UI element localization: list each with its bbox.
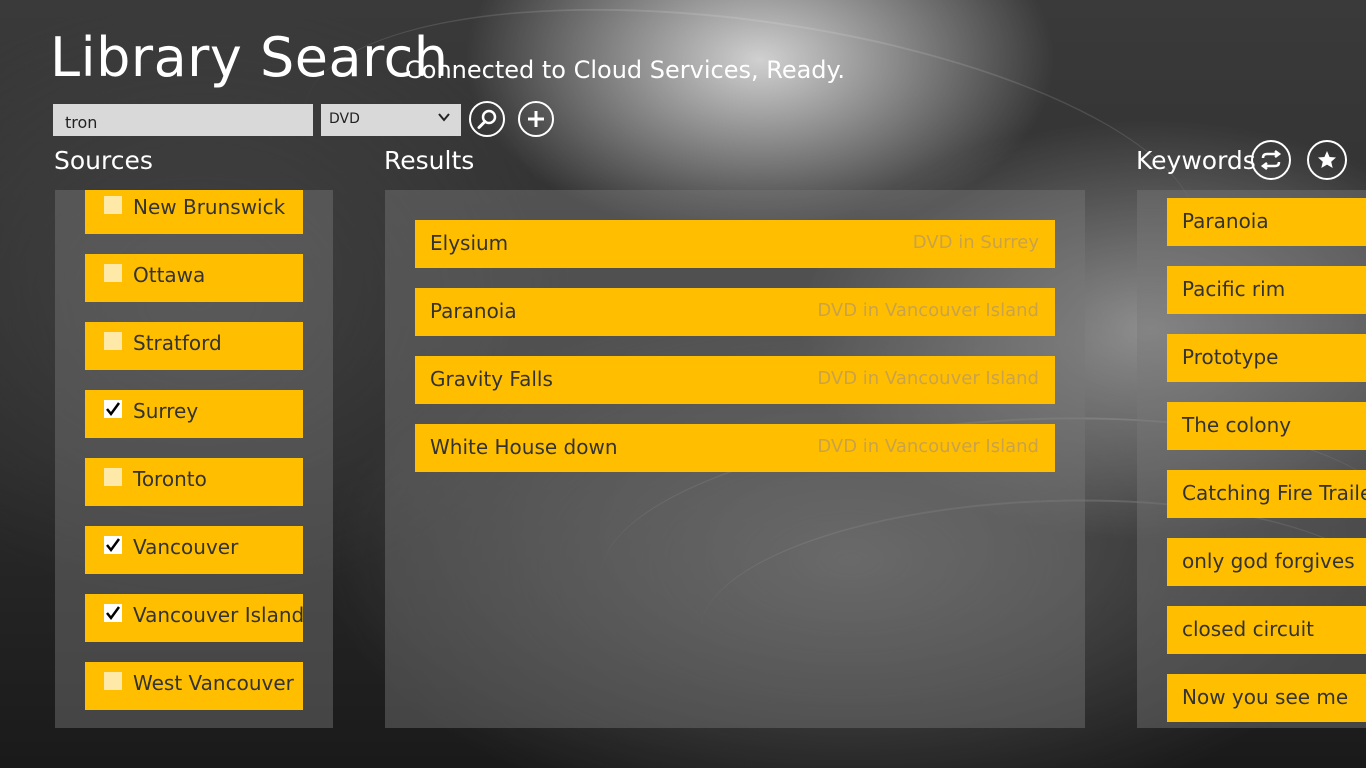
search-input[interactable] [53, 104, 313, 136]
add-button[interactable] [518, 101, 554, 137]
result-item[interactable]: Gravity Falls DVD in Vancouver Island [415, 356, 1055, 404]
source-checkbox[interactable] [104, 468, 122, 486]
result-item[interactable]: Elysium DVD in Surrey [415, 220, 1055, 268]
source-item-ottawa[interactable]: Ottawa [85, 254, 303, 302]
keywords-heading: Keywords [1136, 146, 1256, 175]
result-title: Gravity Falls [430, 367, 553, 391]
source-item-stratford[interactable]: Stratford [85, 322, 303, 370]
result-item[interactable]: White House down DVD in Vancouver Island [415, 424, 1055, 472]
result-location: DVD in Surrey [912, 232, 1039, 253]
source-label: Vancouver Island [133, 603, 305, 627]
checkmark-icon [106, 538, 121, 553]
source-item-vancouver-island[interactable]: Vancouver Island [85, 594, 305, 642]
source-label: Stratford [133, 331, 222, 355]
keyword-label: Prototype [1182, 345, 1279, 369]
keyword-label: Now you see me [1182, 685, 1349, 709]
keyword-item[interactable]: Now you see me [1167, 674, 1366, 722]
keyword-item[interactable]: Pacific rim [1167, 266, 1366, 314]
source-label: New Brunswick [133, 195, 286, 219]
source-item-vancouver[interactable]: Vancouver [85, 526, 303, 574]
source-label: Toronto [133, 467, 207, 491]
plus-icon [528, 111, 544, 127]
search-button[interactable] [469, 101, 505, 137]
source-item-new-brunswick[interactable]: New Brunswick [85, 190, 303, 234]
keyword-item[interactable]: Paranoia [1167, 198, 1366, 246]
keyword-label: Paranoia [1182, 209, 1269, 233]
keyword-item[interactable]: Prototype [1167, 334, 1366, 382]
result-location: DVD in Vancouver Island [817, 436, 1039, 457]
result-location: DVD in Vancouver Island [817, 300, 1039, 321]
keyword-label: Pacific rim [1182, 277, 1286, 301]
favorites-button[interactable] [1307, 140, 1347, 180]
keyword-label: Catching Fire Trailer [1182, 481, 1366, 505]
source-item-toronto[interactable]: Toronto [85, 458, 303, 506]
result-location: DVD in Vancouver Island [817, 368, 1039, 389]
keyword-item[interactable]: Catching Fire Trailer [1167, 470, 1366, 518]
refresh-icon [1260, 150, 1282, 170]
refresh-keywords-button[interactable] [1251, 140, 1291, 180]
result-item[interactable]: Paranoia DVD in Vancouver Island [415, 288, 1055, 336]
media-type-select[interactable]: DVD [321, 104, 461, 136]
page-title: Library Search [50, 26, 449, 89]
result-title: Elysium [430, 231, 509, 255]
star-icon [1318, 151, 1336, 168]
source-checkbox[interactable] [104, 264, 122, 282]
source-checkbox[interactable] [104, 672, 122, 690]
keyword-label: only god forgives [1182, 549, 1355, 573]
source-checkbox[interactable] [104, 332, 122, 350]
result-title: White House down [430, 435, 618, 459]
checkmark-icon [106, 606, 121, 621]
keyword-item[interactable]: only god forgives [1167, 538, 1366, 586]
source-item-west-vancouver[interactable]: West Vancouver [85, 662, 303, 710]
source-checkbox[interactable] [104, 196, 122, 214]
keywords-panel: Paranoia Pacific rim Prototype The colon… [1137, 190, 1366, 728]
source-checkbox[interactable] [104, 536, 122, 554]
checkmark-icon [106, 402, 121, 417]
source-checkbox[interactable] [104, 400, 122, 418]
source-checkbox[interactable] [104, 604, 122, 622]
source-item-surrey[interactable]: Surrey [85, 390, 303, 438]
source-label: Vancouver [133, 535, 239, 559]
keyword-label: The colony [1182, 413, 1292, 437]
keyword-item[interactable]: closed circuit [1167, 606, 1366, 654]
source-label: Surrey [133, 399, 199, 423]
keyword-item[interactable]: The colony [1167, 402, 1366, 450]
magnifier-icon [477, 109, 497, 129]
chevron-down-icon [438, 113, 450, 122]
media-type-value: DVD [329, 111, 360, 127]
results-heading: Results [384, 146, 475, 175]
sources-panel: New Brunswick Ottawa Stratford Surrey To… [55, 190, 333, 728]
source-label: West Vancouver [133, 671, 294, 695]
results-panel: Elysium DVD in Surrey Paranoia DVD in Va… [385, 190, 1085, 728]
sources-heading: Sources [54, 146, 153, 175]
keyword-label: closed circuit [1182, 617, 1314, 641]
result-title: Paranoia [430, 299, 517, 323]
connection-status: Connected to Cloud Services, Ready. [405, 56, 845, 84]
source-label: Ottawa [133, 263, 206, 287]
